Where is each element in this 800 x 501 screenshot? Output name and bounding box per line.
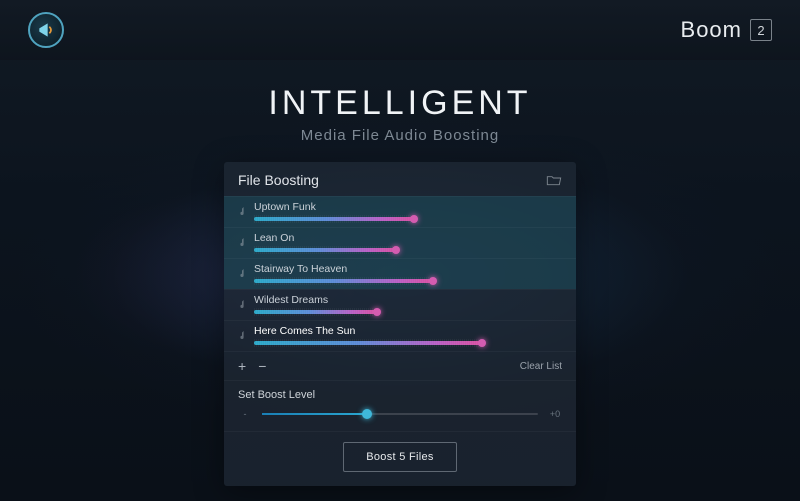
action-row: Boost 5 Files xyxy=(224,431,576,486)
track-name: Lean On xyxy=(254,232,562,244)
music-note-icon xyxy=(238,206,246,216)
boost-level-section: Set Boost Level - +0 xyxy=(224,380,576,431)
app-logo[interactable] xyxy=(28,12,64,48)
track-waveform[interactable] xyxy=(254,310,377,314)
megaphone-icon xyxy=(36,20,56,40)
file-boosting-panel: File Boosting Uptown Funk Lean On Stairway… xyxy=(224,162,576,486)
slider-min-label: - xyxy=(238,409,252,419)
add-remove-group: + − xyxy=(238,358,266,374)
track-body: Here Comes The Sun xyxy=(254,325,562,345)
add-button[interactable]: + xyxy=(238,358,246,374)
track-name: Stairway To Heaven xyxy=(254,263,562,275)
clear-list-button[interactable]: Clear List xyxy=(520,361,562,372)
brand: Boom 2 xyxy=(681,17,772,43)
page-subtitle: Media File Audio Boosting xyxy=(0,127,800,144)
panel-header: File Boosting xyxy=(224,162,576,196)
boost-level-label: Set Boost Level xyxy=(238,389,562,401)
track-waveform[interactable] xyxy=(254,217,414,221)
panel-title: File Boosting xyxy=(238,172,319,188)
track-waveform[interactable] xyxy=(254,341,482,345)
slider-thumb[interactable] xyxy=(362,409,372,419)
music-note-icon xyxy=(238,330,246,340)
track-waveform[interactable] xyxy=(254,279,433,283)
boost-level-slider-wrap: - +0 xyxy=(238,409,562,419)
hero: INTELLIGENT Media File Audio Boosting xyxy=(0,84,800,144)
music-note-icon xyxy=(238,268,246,278)
brand-name: Boom xyxy=(681,17,742,43)
music-note-icon xyxy=(238,299,246,309)
page-title: INTELLIGENT xyxy=(0,84,800,123)
list-controls: + − Clear List xyxy=(224,351,576,380)
track-body: Wildest Dreams xyxy=(254,294,562,314)
track-name: Wildest Dreams xyxy=(254,294,562,306)
track-row[interactable]: Stairway To Heaven xyxy=(224,258,576,289)
track-body: Lean On xyxy=(254,232,562,252)
track-row[interactable]: Wildest Dreams xyxy=(224,289,576,320)
track-waveform[interactable] xyxy=(254,248,396,252)
brand-version-badge: 2 xyxy=(750,19,772,41)
open-folder-icon[interactable] xyxy=(546,174,562,186)
track-name: Uptown Funk xyxy=(254,201,562,213)
track-row[interactable]: Uptown Funk xyxy=(224,196,576,227)
remove-button[interactable]: − xyxy=(258,358,266,374)
boost-files-button[interactable]: Boost 5 Files xyxy=(343,442,456,472)
music-note-icon xyxy=(238,237,246,247)
boost-level-slider[interactable] xyxy=(262,413,538,415)
track-row[interactable]: Lean On xyxy=(224,227,576,258)
app-header: Boom 2 xyxy=(0,0,800,60)
track-body: Stairway To Heaven xyxy=(254,263,562,283)
track-name: Here Comes The Sun xyxy=(254,325,562,337)
slider-max-label: +0 xyxy=(548,409,562,419)
track-row[interactable]: Here Comes The Sun xyxy=(224,320,576,351)
track-body: Uptown Funk xyxy=(254,201,562,221)
track-list: Uptown Funk Lean On Stairway To Heaven Wild… xyxy=(224,196,576,351)
